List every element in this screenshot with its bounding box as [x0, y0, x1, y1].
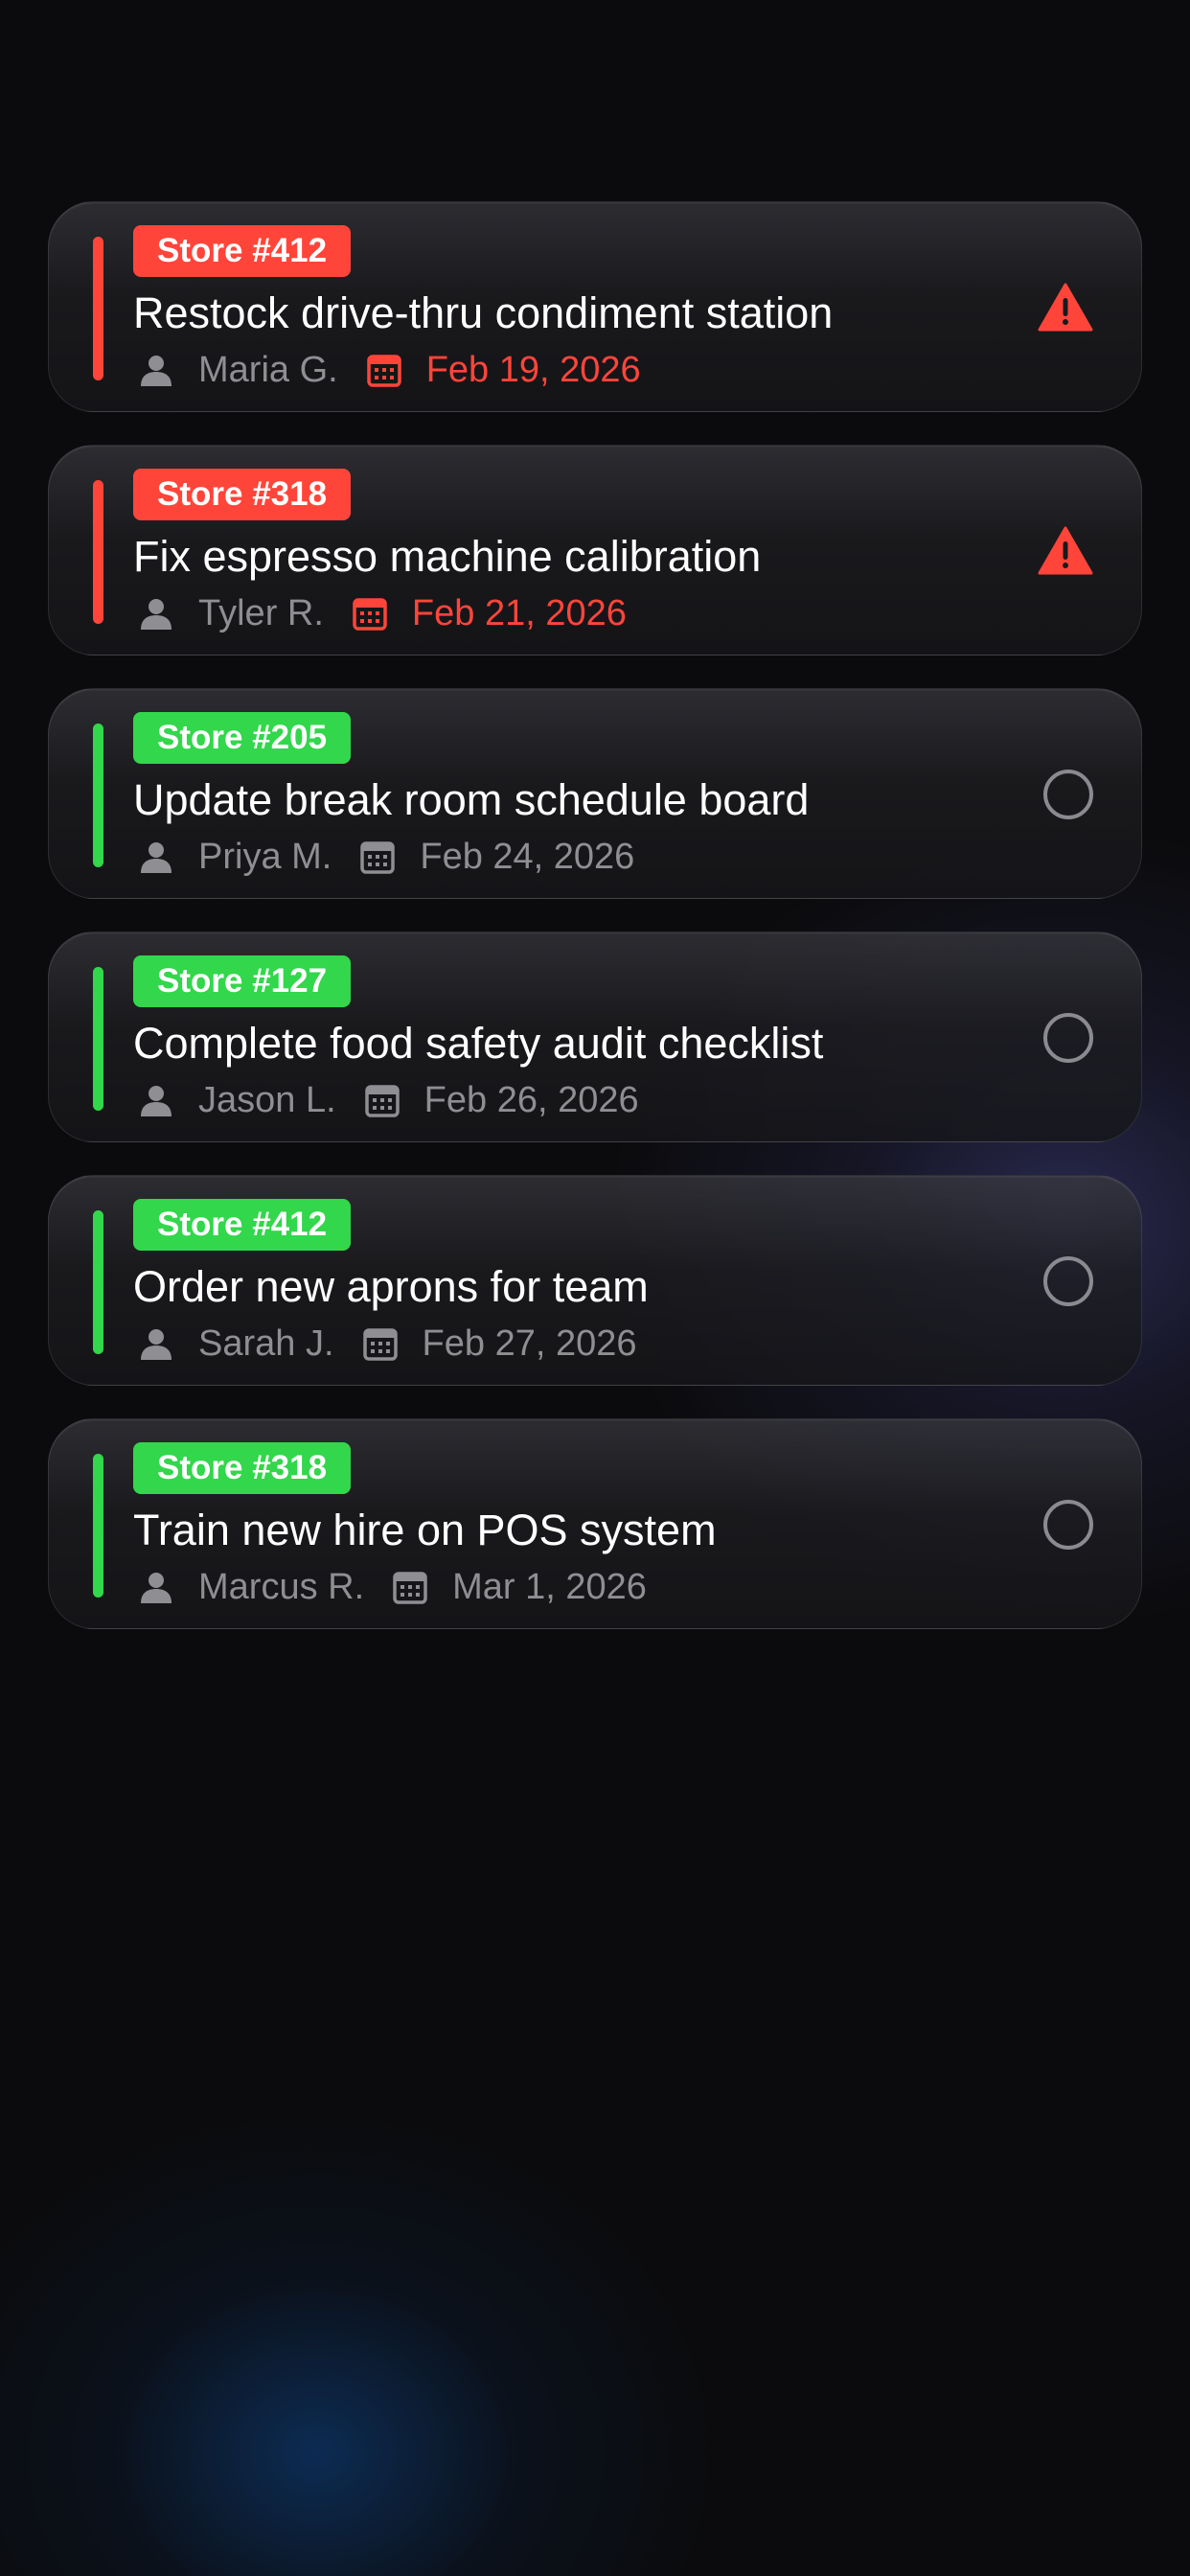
store-badge: Store #318 [133, 469, 352, 520]
store-badge: Store #127 [133, 955, 352, 1007]
store-badge: Store #412 [133, 225, 352, 277]
task-card[interactable]: Store #205 Update break room schedule bo… [48, 688, 1142, 899]
calendar-icon [391, 1568, 429, 1606]
task-title: Train new hire on POS system [133, 1506, 717, 1554]
calendar-icon [361, 1324, 400, 1363]
warning-triangle-icon [1038, 526, 1093, 576]
person-icon [137, 351, 175, 389]
task-card[interactable]: Store #127 Complete food safety audit ch… [48, 932, 1142, 1142]
task-title: Order new aprons for team [133, 1262, 649, 1311]
due-date: Feb 27, 2026 [422, 1322, 637, 1364]
calendar-icon [363, 1081, 401, 1119]
task-card[interactable]: Store #412 Restock drive-thru condiment … [48, 201, 1142, 412]
task-title: Update break room schedule board [133, 775, 810, 824]
warning-triangle-icon [1038, 283, 1093, 333]
person-icon [137, 1081, 175, 1119]
assignee-name: Priya M. [198, 836, 332, 877]
task-title: Restock drive-thru condiment station [133, 288, 834, 337]
task-card[interactable]: Store #412 Order new aprons for team Sar… [48, 1175, 1142, 1386]
assignee-name: Sarah J. [198, 1322, 334, 1364]
complete-toggle[interactable] [1043, 1013, 1093, 1063]
task-meta: Jason L. Feb 26, 2026 [133, 1076, 639, 1124]
status-indicator-bar [93, 967, 103, 1111]
status-indicator-bar [93, 237, 103, 380]
person-icon [137, 838, 175, 876]
due-date: Mar 1, 2026 [452, 1566, 647, 1607]
status-indicator-bar [93, 1454, 103, 1598]
status-indicator-bar [93, 1210, 103, 1354]
task-meta: Maria G. Feb 19, 2026 [133, 346, 641, 394]
task-meta: Sarah J. Feb 27, 2026 [133, 1320, 637, 1368]
due-date: Feb 26, 2026 [423, 1079, 639, 1120]
complete-toggle[interactable] [1043, 1500, 1093, 1550]
assignee-name: Jason L. [198, 1079, 336, 1120]
calendar-icon [358, 838, 397, 876]
due-date: Feb 19, 2026 [425, 349, 641, 390]
calendar-icon [351, 594, 389, 632]
status-indicator-bar [93, 480, 103, 624]
status-indicator-bar [93, 724, 103, 867]
task-title: Complete food safety audit checklist [133, 1019, 824, 1068]
task-meta: Marcus R. Mar 1, 2026 [133, 1563, 647, 1611]
task-card[interactable]: Store #318 Train new hire on POS system … [48, 1418, 1142, 1629]
person-icon [137, 1568, 175, 1606]
assignee-name: Marcus R. [198, 1566, 365, 1607]
complete-toggle[interactable] [1043, 770, 1093, 819]
task-title: Fix espresso machine calibration [133, 532, 762, 581]
calendar-icon [365, 351, 403, 389]
store-badge: Store #412 [133, 1199, 352, 1251]
person-icon [137, 1324, 175, 1363]
assignee-name: Maria G. [198, 349, 338, 390]
complete-toggle[interactable] [1043, 1256, 1093, 1306]
task-list: Store #412 Restock drive-thru condiment … [48, 201, 1142, 1662]
task-card[interactable]: Store #318 Fix espresso machine calibrat… [48, 445, 1142, 656]
assignee-name: Tyler R. [198, 592, 324, 633]
task-meta: Priya M. Feb 24, 2026 [133, 833, 634, 881]
person-icon [137, 594, 175, 632]
task-meta: Tyler R. Feb 21, 2026 [133, 589, 627, 637]
store-badge: Store #205 [133, 712, 352, 764]
due-date: Feb 21, 2026 [411, 592, 627, 633]
store-badge: Store #318 [133, 1442, 352, 1494]
due-date: Feb 24, 2026 [420, 836, 635, 877]
